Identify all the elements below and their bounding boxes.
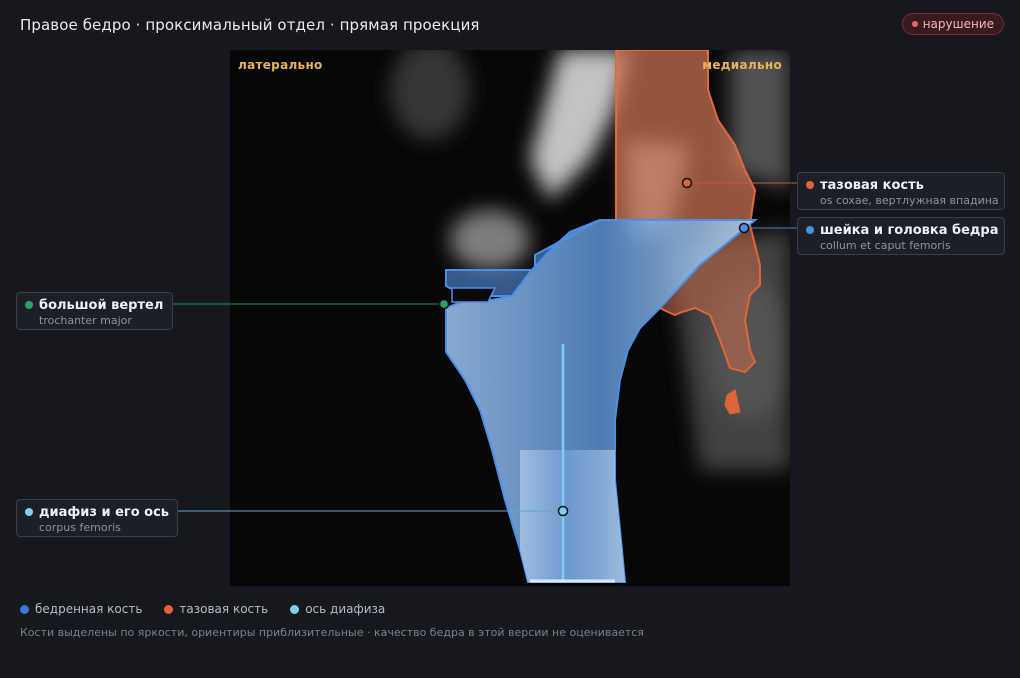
status-badge: нарушение: [901, 13, 1004, 35]
legend-item-femur: бедренная кость: [20, 602, 142, 616]
pelvis-swatch-icon: [164, 604, 174, 614]
legend-item-pelvis: тазовая кость: [164, 602, 268, 616]
neck-callout-subtitle: collum et caput femoris: [820, 239, 951, 252]
neck-callout[interactable]: шейка и головка бедра collum et caput fe…: [797, 217, 1005, 255]
trochanter-callout-title: большой вертел: [39, 298, 164, 313]
trochanter-dot-icon: [25, 301, 33, 309]
legend-label: тазовая кость: [179, 602, 269, 616]
femur-swatch-icon: [20, 604, 29, 614]
footnote: Кости выделены по яркости, ориентиры при…: [20, 626, 644, 639]
trochanter-callout[interactable]: большой вертел trochanter major: [16, 292, 173, 330]
shaft-dot-icon: [25, 508, 33, 516]
xray-image: [230, 50, 790, 586]
shaft-callout-subtitle: corpus femoris: [39, 521, 121, 534]
medial-label: медиально: [702, 58, 782, 72]
xray-viewport[interactable]: [230, 50, 790, 586]
status-badge-label: нарушение: [922, 17, 994, 31]
legend-label: ось диафиза: [305, 602, 386, 616]
pelvis-callout-subtitle: os coxae, вертлужная впадина: [820, 194, 999, 207]
lateral-label: латерально: [238, 58, 323, 72]
pelvis-dot-icon: [806, 181, 814, 189]
legend-item-axis: ось диафиза: [290, 602, 385, 616]
neck-dot-icon: [806, 226, 814, 234]
alert-dot-icon: [911, 21, 918, 27]
neck-callout-title: шейка и головка бедра: [820, 223, 999, 238]
page-title: Правое бедро · проксимальный отдел · пря…: [20, 16, 480, 34]
pelvis-callout-title: тазовая кость: [820, 178, 924, 193]
legend-label: бедренная кость: [35, 602, 143, 616]
pelvis-callout[interactable]: тазовая кость os coxae, вертлужная впади…: [797, 172, 1005, 210]
trochanter-callout-subtitle: trochanter major: [39, 314, 132, 327]
legend: бедренная кость тазовая кость ось диафиз…: [20, 602, 385, 616]
axis-swatch-icon: [290, 604, 300, 614]
shaft-callout-title: диафиз и его ось: [39, 505, 170, 520]
shaft-callout[interactable]: диафиз и его ось corpus femoris: [16, 499, 178, 537]
